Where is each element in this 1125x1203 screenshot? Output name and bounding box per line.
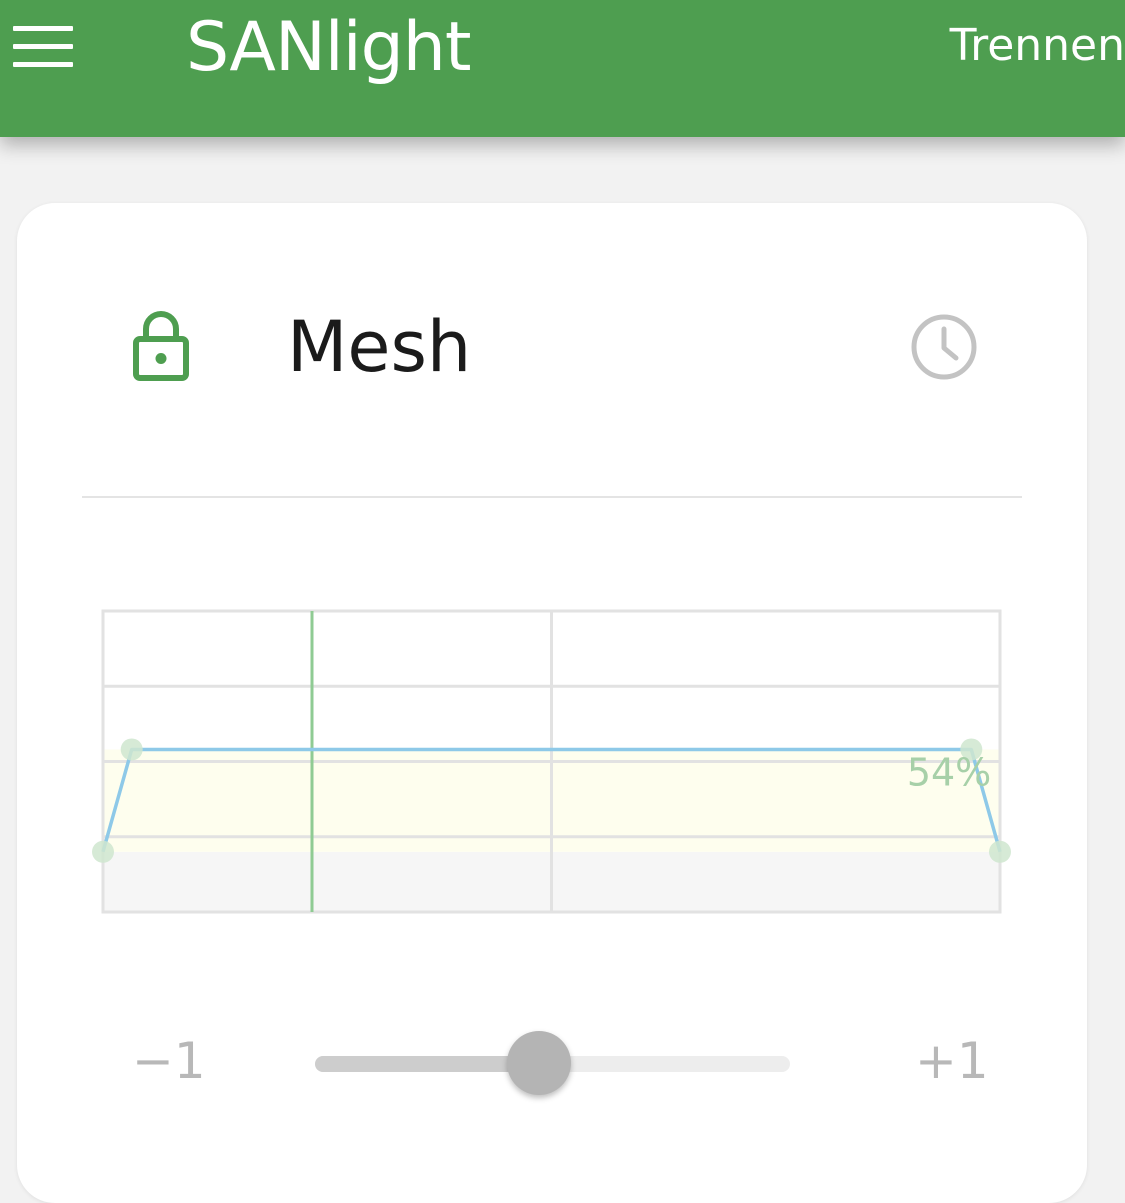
group-card: Mesh 54% −1 +1 [17, 203, 1087, 1203]
group-name: Mesh [287, 306, 472, 388]
chart-value-label: 54% [907, 750, 991, 794]
offset-slider[interactable] [315, 1031, 790, 1097]
chart-point [989, 840, 1011, 863]
clock-icon[interactable] [909, 312, 979, 382]
hamburger-menu-icon[interactable] [13, 26, 73, 68]
slider-min-label: −1 [132, 1032, 206, 1090]
divider [82, 496, 1022, 498]
slider-fill [315, 1056, 520, 1072]
disconnect-button[interactable]: Trennen [950, 18, 1125, 74]
chart-point [92, 840, 114, 863]
lock-icon[interactable] [133, 309, 189, 381]
app-bar: SANlight Trennen [0, 0, 1125, 137]
chart-svg: 54% [92, 609, 1011, 914]
app-title: SANlight [186, 8, 472, 87]
light-schedule-chart[interactable]: 54% [92, 603, 1011, 923]
slider-thumb[interactable] [507, 1031, 572, 1095]
chart-point [120, 738, 143, 761]
slider-max-label: +1 [915, 1032, 989, 1090]
